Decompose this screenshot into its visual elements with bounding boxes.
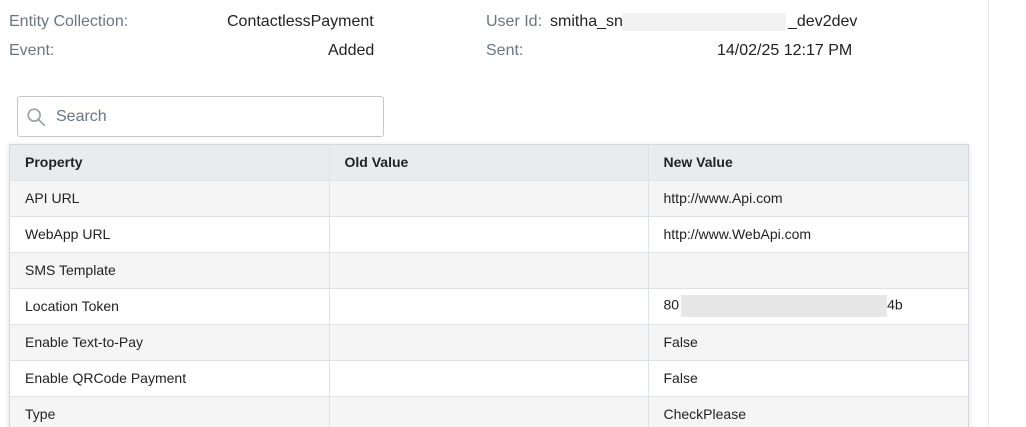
token-start: 80 xyxy=(663,296,680,313)
cell-new-value: http://www.Api.com xyxy=(648,180,968,217)
cell-old-value xyxy=(329,396,649,427)
table-row[interactable]: WebApp URL http://www.WebApi.com xyxy=(10,216,968,253)
audit-detail-page: Entity Collection: ContactlessPayment Ev… xyxy=(0,0,1026,427)
cell-new-value: 80 4b xyxy=(648,288,968,325)
table-row[interactable]: SMS Template xyxy=(10,252,968,289)
cell-old-value xyxy=(329,360,649,397)
event-value: Added xyxy=(328,42,375,59)
cell-old-value xyxy=(329,216,649,253)
table-row[interactable]: API URL http://www.Api.com xyxy=(10,180,968,217)
changes-table: Property Old Value New Value API URL htt… xyxy=(10,145,968,427)
user-id-value-start: smitha_sn xyxy=(550,13,623,30)
cell-property: SMS Template xyxy=(10,252,330,289)
table-row[interactable]: Enable Text-to-Pay False xyxy=(10,324,968,361)
changes-grid: Property Old Value New Value API URL htt… xyxy=(9,144,969,427)
cell-new-value: False xyxy=(648,360,968,397)
user-id-value-end: _dev2dev xyxy=(788,13,858,30)
entity-collection-value: ContactlessPayment xyxy=(227,13,374,30)
event-label: Event: xyxy=(9,42,55,59)
sent-value: 14/02/25 12:17 PM xyxy=(717,42,853,59)
table-row[interactable]: Type CheckPlease xyxy=(10,396,968,427)
column-header-property[interactable]: Property xyxy=(10,145,330,181)
column-header-new-value[interactable]: New Value xyxy=(648,145,968,181)
cell-old-value xyxy=(329,252,649,289)
panel-divider xyxy=(988,0,989,427)
cell-property: Enable Text-to-Pay xyxy=(10,324,330,361)
cell-old-value xyxy=(329,180,649,217)
token-end: 4b xyxy=(887,296,903,313)
cell-new-value: False xyxy=(648,324,968,361)
table-header-row: Property Old Value New Value xyxy=(10,145,968,181)
cell-property: WebApp URL xyxy=(10,216,330,253)
table-row[interactable]: Location Token 80 4b xyxy=(10,288,968,325)
cell-new-value: http://www.WebApi.com xyxy=(648,216,968,253)
cell-property: Location Token xyxy=(10,288,330,325)
user-id-label: User Id: xyxy=(486,13,543,30)
token-redaction xyxy=(681,295,888,317)
cell-old-value xyxy=(329,324,649,361)
search-box[interactable] xyxy=(17,96,384,137)
column-header-old-value[interactable]: Old Value xyxy=(329,145,649,181)
cell-old-value xyxy=(329,288,649,325)
table-row[interactable]: Enable QRCode Payment False xyxy=(10,360,968,397)
user-id-redaction xyxy=(622,13,786,31)
search-input[interactable] xyxy=(56,105,376,129)
entity-collection-label: Entity Collection: xyxy=(9,13,129,30)
cell-new-value: CheckPlease xyxy=(648,396,968,427)
search-icon xyxy=(27,108,46,127)
cell-property: Enable QRCode Payment xyxy=(10,360,330,397)
cell-property: API URL xyxy=(10,180,330,217)
cell-new-value xyxy=(648,252,968,289)
cell-property: Type xyxy=(10,396,330,427)
sent-label: Sent: xyxy=(486,42,524,59)
